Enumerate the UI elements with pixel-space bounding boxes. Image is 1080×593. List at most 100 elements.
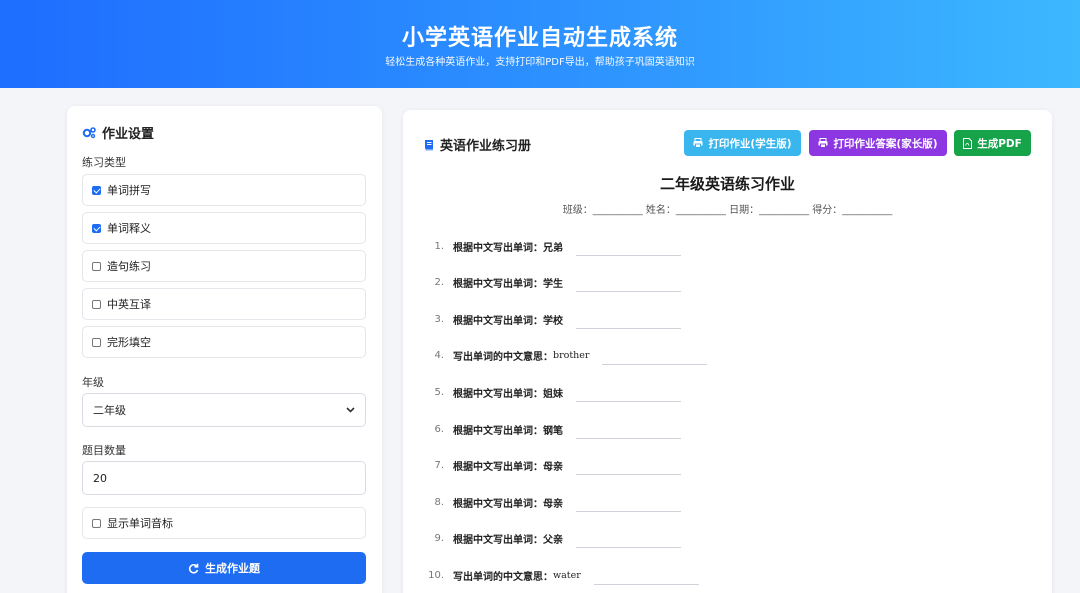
gears-icon (82, 127, 96, 139)
refresh-icon (188, 563, 199, 574)
question-word: 姐妹 (543, 388, 563, 400)
type-option-label: 中英互译 (107, 298, 151, 311)
question-prompt: 写出单词的中文意思： (453, 352, 553, 364)
question-word: 母亲 (543, 462, 563, 474)
question-prompt: 写出单词的中文意思： (453, 571, 553, 583)
question-number: 5. (434, 386, 444, 398)
print-student-button[interactable]: 打印作业(学生版) (684, 130, 801, 156)
type-option-spelling[interactable]: 单词拼写 (82, 174, 366, 206)
question-word: 学生 (543, 279, 563, 291)
file-pdf-icon (963, 137, 973, 149)
workbook-panel: 英语作业练习册 打印作业(学生版) 打印作业答案(家长版) 生成PDF 二年级英… (403, 110, 1052, 593)
question-number: 9. (434, 533, 444, 545)
print-answers-button[interactable]: 打印作业答案(家长版) (809, 130, 947, 156)
question-item: 8. 根据中文写出单词： 母亲 (423, 492, 681, 512)
question-item: 4. 写出单词的中文意思： brother (423, 346, 708, 366)
print-icon (693, 138, 703, 148)
question-word: 母亲 (543, 498, 563, 510)
question-item: 10. 写出单词的中文意思： water (423, 565, 699, 585)
answer-line[interactable] (576, 327, 681, 329)
pdf-label: 生成PDF (977, 137, 1022, 150)
checkbox-icon[interactable] (92, 299, 101, 309)
print-answers-label: 打印作业答案(家长版) (833, 137, 938, 150)
question-word: 兄弟 (543, 242, 563, 254)
count-value: 20 (93, 471, 107, 485)
question-word: 学校 (543, 315, 563, 327)
type-option-sentence[interactable]: 造句练习 (82, 250, 366, 282)
generate-button[interactable]: 生成作业题 (82, 552, 366, 584)
question-prompt: 根据中文写出单词： (453, 242, 543, 254)
answer-line[interactable] (576, 254, 681, 256)
question-item: 9. 根据中文写出单词： 父亲 (423, 529, 681, 549)
pdf-button[interactable]: 生成PDF (954, 130, 1031, 156)
type-option-meaning[interactable]: 单词释义 (82, 212, 366, 244)
question-item: 3. 根据中文写出单词： 学校 (423, 309, 681, 329)
type-option-cloze[interactable]: 完形填空 (82, 326, 366, 358)
type-option-label: 完形填空 (107, 336, 151, 349)
grade-label: 年级 (82, 376, 104, 389)
settings-panel: 作业设置 练习类型 单词拼写 单词释义 造句练习 中英互译 完形填空 年级 二年… (67, 106, 382, 593)
question-prompt: 根据中文写出单词： (453, 279, 543, 291)
app-subtitle: 轻松生成各种英语作业，支持打印和PDF导出，帮助孩子巩固英语知识 (385, 57, 695, 68)
question-prompt: 根据中文写出单词： (453, 388, 543, 400)
grade-select[interactable]: 二年级 (82, 393, 366, 427)
answer-line[interactable] (593, 583, 699, 585)
question-number: 8. (434, 496, 444, 508)
print-student-label: 打印作业(学生版) (708, 137, 792, 150)
question-prompt: 根据中文写出单词： (453, 315, 543, 327)
type-option-translation[interactable]: 中英互译 (82, 288, 366, 320)
answer-line[interactable] (576, 547, 681, 549)
question-number: 6. (434, 423, 444, 435)
question-number: 4. (434, 350, 444, 362)
answer-line[interactable] (602, 364, 708, 366)
phonetic-option[interactable]: 显示单词音标 (82, 507, 366, 539)
worksheet-title: 二年级英语练习作业 (659, 175, 795, 193)
count-input[interactable]: 20 (82, 461, 366, 495)
question-prompt: 根据中文写出单词： (453, 498, 543, 510)
checkbox-icon[interactable] (92, 337, 101, 347)
question-number: 10. (428, 569, 444, 581)
question-item: 7. 根据中文写出单词： 母亲 (423, 456, 681, 476)
question-prompt: 根据中文写出单词： (453, 535, 543, 547)
question-item: 5. 根据中文写出单词： 姐妹 (423, 382, 681, 402)
type-option-label: 单词拼写 (107, 184, 151, 197)
question-number: 7. (434, 460, 444, 472)
question-number: 3. (434, 313, 444, 325)
question-word: 钢笔 (543, 425, 563, 437)
question-word: brother (553, 350, 590, 362)
question-prompt: 根据中文写出单词： (453, 425, 543, 437)
question-number: 2. (434, 277, 444, 289)
type-label: 练习类型 (82, 156, 126, 169)
question-item: 1. 根据中文写出单词： 兄弟 (423, 236, 681, 256)
grade-value: 二年级 (93, 404, 126, 417)
settings-title-text: 作业设置 (102, 127, 155, 142)
checkbox-icon[interactable] (92, 223, 101, 233)
checkbox-icon[interactable] (92, 185, 101, 195)
answer-line[interactable] (576, 474, 681, 476)
answer-line[interactable] (576, 400, 681, 402)
chevron-down-icon (346, 407, 355, 413)
phonetic-label: 显示单词音标 (107, 517, 173, 530)
workbook-title-text: 英语作业练习册 (440, 139, 532, 154)
question-item: 2. 根据中文写出单词： 学生 (423, 273, 681, 293)
answer-line[interactable] (576, 510, 681, 512)
workbook-title: 英语作业练习册 (423, 135, 531, 154)
question-item: 6. 根据中文写出单词： 钢笔 (423, 419, 681, 439)
book-icon (425, 139, 433, 150)
app-title: 小学英语作业自动生成系统 (401, 26, 678, 51)
question-word: water (553, 569, 581, 581)
question-prompt: 根据中文写出单词： (453, 462, 543, 474)
generate-label: 生成作业题 (205, 562, 260, 575)
worksheet-meta: 班级：__________ 姓名：__________ 日期：_________… (562, 205, 893, 216)
answer-line[interactable] (576, 291, 681, 293)
count-label: 题目数量 (82, 444, 126, 457)
settings-title: 作业设置 (82, 123, 154, 142)
type-option-label: 单词释义 (107, 222, 151, 235)
answer-line[interactable] (576, 437, 681, 439)
print-icon (818, 138, 828, 148)
page-header: 小学英语作业自动生成系统 轻松生成各种英语作业，支持打印和PDF导出，帮助孩子巩… (0, 0, 1080, 88)
question-word: 父亲 (543, 535, 563, 547)
checkbox-icon[interactable] (92, 261, 101, 271)
question-number: 1. (434, 240, 444, 252)
checkbox-icon[interactable] (92, 518, 101, 528)
